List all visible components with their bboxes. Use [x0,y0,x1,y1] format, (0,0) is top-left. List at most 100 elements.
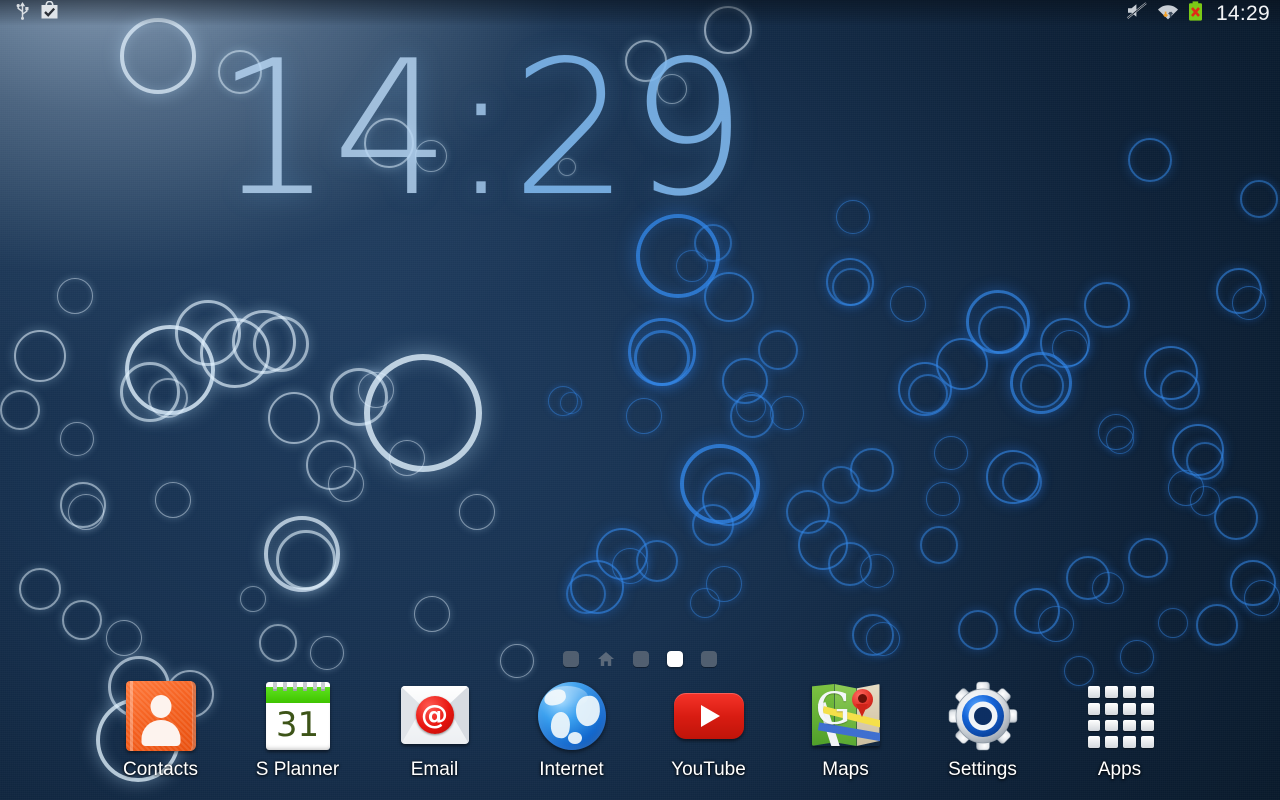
wallpaper-bubble [253,316,309,372]
wallpaper-bubble [1244,580,1280,616]
usb-icon [14,1,31,25]
wallpaper-bubble [1196,604,1238,646]
wallpaper-bubble [560,392,582,414]
wallpaper-bubble [1020,364,1064,408]
globe-icon[interactable] [536,680,608,752]
clock-hours: 14 [215,20,451,237]
wallpaper-bubble [1038,606,1074,642]
app-label-email: Email [410,759,459,780]
calendar-day-number: 31 [275,705,320,745]
wallpaper-bubble [120,18,196,94]
wallpaper-bubble [389,440,425,476]
app-settings[interactable]: Settings [914,680,1051,779]
app-email[interactable]: @ Email [366,680,503,779]
wallpaper-bubble [14,330,66,382]
android-home-screen: 14:29 14:29 Contacts 31 S Planner @ Emai… [0,0,1280,800]
app-label-apps: Apps [1097,759,1142,780]
google-g-letter: G [815,684,851,735]
wallpaper-bubble [634,330,690,386]
gear-icon[interactable] [947,680,1019,752]
wallpaper-bubble [68,494,104,530]
page-indicator-dot-4[interactable] [701,651,717,667]
wallpaper-bubble [926,482,960,516]
wallpaper-bubble [1160,370,1200,410]
app-s-planner[interactable]: 31 S Planner [229,680,366,779]
contacts-icon[interactable] [125,680,197,752]
wallpaper-bubble [1106,426,1134,454]
wallpaper-bubble [459,494,495,530]
wallpaper-bubble [328,466,364,502]
app-label-internet: Internet [539,759,604,780]
app-apps-drawer[interactable]: Apps [1051,680,1188,779]
wallpaper-bubble [268,392,320,444]
status-bar-left [14,0,59,25]
wallpaper-bubble [62,600,102,640]
wallpaper-bubble [414,596,450,632]
wallpaper-bubble [276,530,336,590]
wallpaper-bubble [148,378,188,418]
at-symbol-icon: @ [415,696,454,734]
wallpaper-bubble [692,504,734,546]
app-youtube[interactable]: YouTube [640,680,777,779]
wallpaper-bubble [1240,180,1278,218]
youtube-icon[interactable] [673,680,745,752]
status-bar[interactable]: 14:29 [0,0,1280,26]
wallpaper-bubble [758,330,798,370]
wallpaper-bubble [240,586,266,612]
wallpaper-bubble [1214,496,1258,540]
app-label-s-planner: S Planner [255,759,340,780]
wallpaper-bubble [1232,286,1266,320]
wallpaper-bubble [0,390,40,430]
wallpaper-bubble [704,272,754,322]
wallpaper-bubble [1128,538,1168,578]
wallpaper-bubble [958,610,998,650]
app-contacts[interactable]: Contacts [92,680,229,779]
page-indicator-dot-3[interactable] [667,651,683,667]
wallpaper-bubble [850,448,894,492]
wifi-icon [1157,1,1179,26]
wallpaper-bubble [1128,138,1172,182]
app-maps[interactable]: G Maps [777,680,914,779]
wallpaper-bubble [890,286,926,322]
wallpaper-bubble [1002,462,1042,502]
wallpaper-bubble [770,396,804,430]
page-indicator-home-icon[interactable] [597,650,615,668]
map-pin-icon [851,689,873,717]
email-icon[interactable]: @ [399,680,471,752]
wallpaper-bubble [836,200,870,234]
wallpaper-bubble [57,278,93,314]
play-store-update-icon [40,0,59,25]
page-indicator-dot-0[interactable] [563,651,579,667]
app-label-contacts: Contacts [123,759,198,780]
apps-grid-icon[interactable] [1084,680,1156,752]
wallpaper-bubble [860,554,894,588]
wallpaper-bubble [1084,282,1130,328]
clock-minutes: 29 [511,20,747,237]
app-internet[interactable]: Internet [503,680,640,779]
app-dock: Contacts 31 S Planner @ Email Internet Y… [0,680,1280,792]
wallpaper-bubble [1052,330,1088,366]
maps-icon[interactable]: G [810,680,882,752]
app-label-maps: Maps [822,759,869,780]
page-indicator[interactable] [0,648,1280,670]
wallpaper-bubble [736,392,766,422]
wallpaper-bubble [920,526,958,564]
wallpaper-bubble [626,398,662,434]
wallpaper-bubble [934,436,968,470]
status-bar-right: 14:29 [1126,0,1270,26]
clock-separator: : [449,20,513,237]
wallpaper-bubble [1092,572,1124,604]
wallpaper-bubble [19,568,61,610]
wallpaper-bubble [832,268,870,306]
wallpaper-bubble [690,588,720,618]
battery-error-icon [1188,0,1203,26]
wallpaper-bubble [60,422,94,456]
app-label-settings: Settings [948,759,1017,780]
page-indicator-dot-2[interactable] [633,651,649,667]
wallpaper-bubble [566,574,606,614]
calendar-icon[interactable]: 31 [262,680,334,752]
wallpaper-bubble [978,306,1026,354]
clock-widget[interactable]: 14:29 [215,35,747,222]
sound-muted-icon [1126,1,1148,25]
wallpaper-bubble [155,482,191,518]
